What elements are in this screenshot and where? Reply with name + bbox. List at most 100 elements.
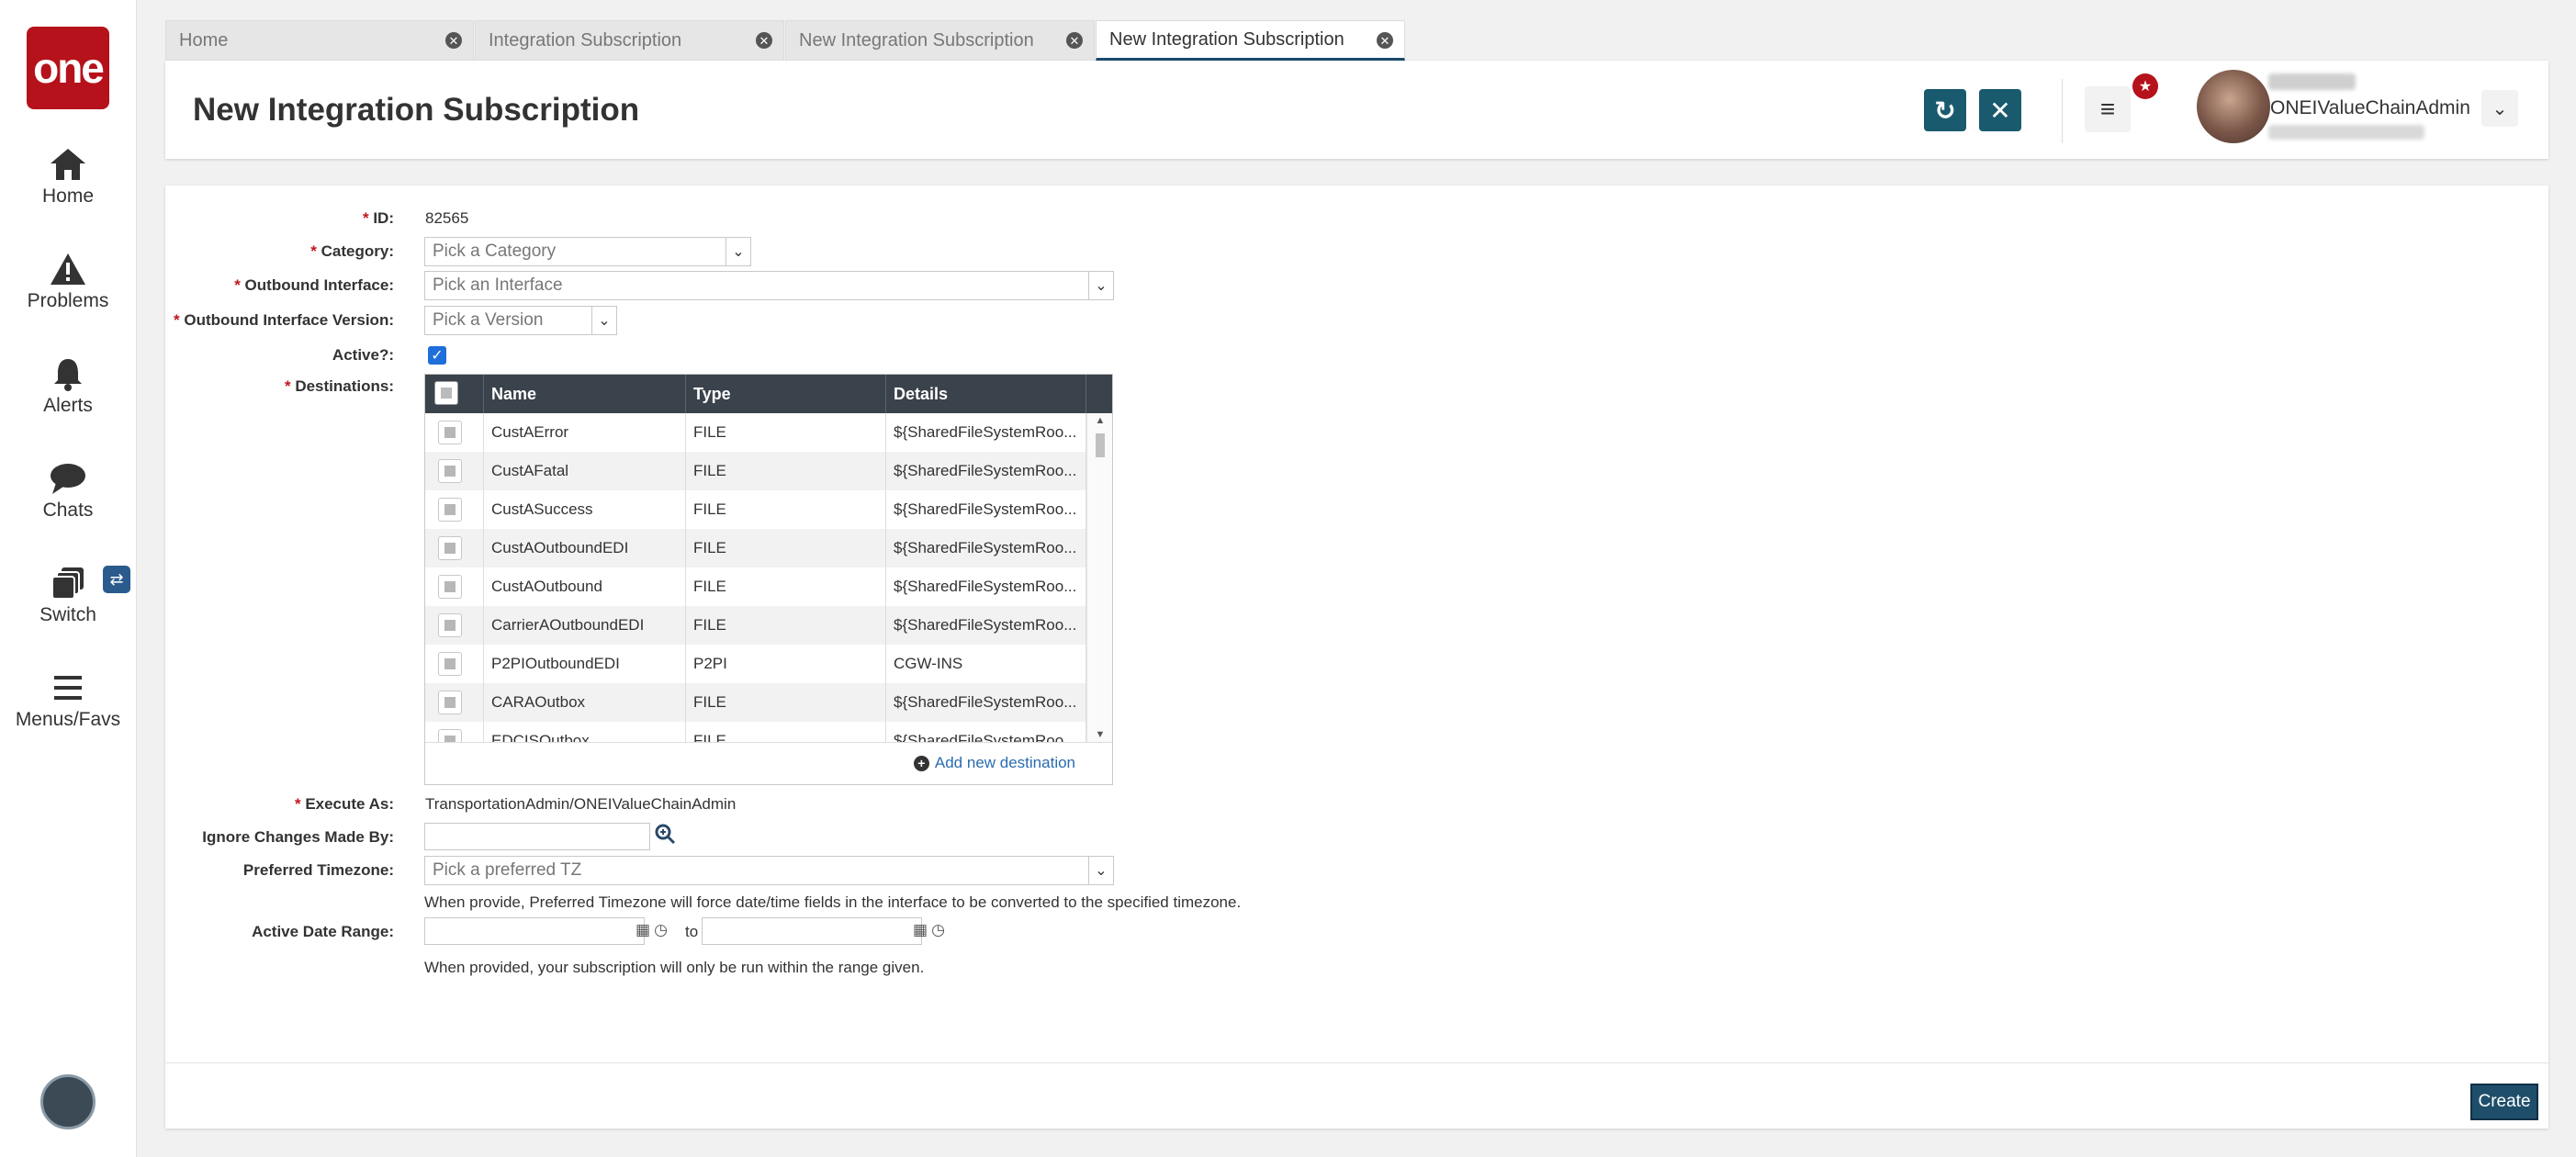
one-logo[interactable]: one <box>27 27 109 109</box>
destination-type: FILE <box>686 490 886 529</box>
execute-as-value: TransportationAdmin/ONEIValueChainAdmin <box>425 795 737 813</box>
tab-home[interactable]: Home ✕ <box>165 20 474 61</box>
destination-row[interactable]: CustAOutboundEDI FILE ${SharedFileSystemRo… <box>425 529 1086 567</box>
nav-problems-label: Problems <box>27 290 109 311</box>
assistant-avatar[interactable] <box>40 1074 96 1129</box>
outbound-interface-label: * Outbound Interface: <box>234 276 394 294</box>
destination-details: ${SharedFileSystemRoo... <box>886 490 1086 529</box>
header-divider <box>2062 79 2063 143</box>
scroll-thumb[interactable] <box>1096 433 1105 457</box>
destination-type: FILE <box>686 606 886 645</box>
destination-details: CGW-INS <box>886 645 1086 683</box>
nav-chats[interactable]: Chats <box>0 461 136 522</box>
user-menu-dropdown[interactable]: ⌄ <box>2481 90 2518 127</box>
clock-icon[interactable]: ◷ <box>654 921 668 939</box>
column-header-details[interactable]: Details <box>886 375 1086 413</box>
destination-row[interactable]: CustAOutbound FILE ${SharedFileSystemRoo..… <box>425 567 1086 606</box>
tab-label: New Integration Subscription <box>799 30 1034 51</box>
row-checkbox[interactable] <box>438 652 462 676</box>
destination-row[interactable]: CustAError FILE ${SharedFileSystemRoo... <box>425 413 1086 452</box>
row-select-cell <box>425 683 484 722</box>
close-button[interactable]: ✕ <box>1979 89 2021 131</box>
scroll-up-icon[interactable]: ▲ <box>1087 415 1112 426</box>
refresh-button[interactable]: ↻ <box>1924 89 1966 131</box>
nav-home[interactable]: Home <box>0 147 136 208</box>
tab-label: Integration Subscription <box>489 30 682 51</box>
row-checkbox[interactable] <box>438 498 462 522</box>
start-date-pickers: ▦ ◷ <box>636 921 668 939</box>
outbound-interface-select[interactable]: Pick an Interface ⌄ <box>424 271 1114 300</box>
close-icon: ✕ <box>1989 95 2011 125</box>
row-checkbox[interactable] <box>438 729 462 742</box>
destination-type: FILE <box>686 452 886 490</box>
column-header-name[interactable]: Name <box>484 375 686 413</box>
row-checkbox[interactable] <box>438 613 462 637</box>
scroll-down-icon[interactable]: ▼ <box>1087 729 1112 740</box>
tab-integration-subscription[interactable]: Integration Subscription ✕ <box>475 20 784 61</box>
notification-star-icon[interactable]: ★ <box>2132 73 2158 99</box>
destination-row[interactable]: P2PIOutboundEDI P2PI CGW-INS <box>425 645 1086 683</box>
plus-circle-icon: + <box>913 755 929 771</box>
close-tab-icon[interactable]: ✕ <box>1377 32 1393 49</box>
outbound-interface-placeholder: Pick an Interface <box>433 275 563 295</box>
calendar-icon[interactable]: ▦ <box>913 921 928 939</box>
chevron-down-icon: ⌄ <box>591 307 616 334</box>
ignore-changes-input[interactable] <box>424 823 650 850</box>
destination-row[interactable]: CustASuccess FILE ${SharedFileSystemRoo... <box>425 490 1086 529</box>
calendar-icon[interactable]: ▦ <box>636 921 650 939</box>
destination-row[interactable]: CustAFatal FILE ${SharedFileSystemRoo... <box>425 452 1086 490</box>
destinations-grid: Name Type Details CustAError FILE ${Shared… <box>424 374 1113 785</box>
category-select[interactable]: Pick a Category ⌄ <box>424 237 751 266</box>
row-checkbox[interactable] <box>438 421 462 444</box>
tab-new-integration-subscription-active[interactable]: New Integration Subscription ✕ <box>1096 20 1405 61</box>
tab-new-integration-subscription[interactable]: New Integration Subscription ✕ <box>785 20 1095 61</box>
grid-scrollbar[interactable]: ▲ ▼ <box>1086 413 1112 742</box>
row-select-cell <box>425 645 484 683</box>
destination-row[interactable]: CarrierAOutboundEDI FILE ${SharedFileSyste… <box>425 606 1086 645</box>
destination-type: P2PI <box>686 645 886 683</box>
row-checkbox[interactable] <box>438 575 462 599</box>
clock-icon[interactable]: ◷ <box>931 921 945 939</box>
active-checkbox[interactable]: ✓ <box>428 346 446 365</box>
row-checkbox[interactable] <box>438 691 462 714</box>
create-button[interactable]: Create <box>2470 1084 2538 1120</box>
destination-type: FILE <box>686 683 886 722</box>
destination-name: CARAOutbox <box>484 683 686 722</box>
column-header-type[interactable]: Type <box>686 375 886 413</box>
nav-problems[interactable]: Problems <box>0 252 136 312</box>
row-select-cell <box>425 452 484 490</box>
close-tab-icon[interactable]: ✕ <box>445 32 462 49</box>
preferred-timezone-select[interactable]: Pick a preferred TZ ⌄ <box>424 856 1114 885</box>
close-tab-icon[interactable]: ✕ <box>756 32 772 49</box>
version-placeholder: Pick a Version <box>433 310 544 330</box>
destination-name: EDCISOutbox <box>484 722 686 742</box>
close-tab-icon[interactable]: ✕ <box>1066 32 1083 49</box>
destination-row[interactable]: EDCISOutbox FILE ${SharedFileSystemRoo... <box>425 722 1086 742</box>
select-all-checkbox[interactable] <box>434 381 458 405</box>
execute-as-label: * Execute As: <box>294 795 394 813</box>
nav-chats-label: Chats <box>42 500 94 521</box>
row-checkbox[interactable] <box>438 536 462 560</box>
end-date-input[interactable] <box>702 917 922 945</box>
nav-menus-favs[interactable]: Menus/Favs <box>0 670 136 731</box>
row-checkbox[interactable] <box>438 459 462 483</box>
warning-icon <box>51 253 85 285</box>
add-new-destination-link[interactable]: + Add new destination <box>913 754 1075 772</box>
destination-details: ${SharedFileSystemRoo... <box>886 413 1086 452</box>
search-icon[interactable] <box>654 823 676 850</box>
switch-icon <box>51 567 84 600</box>
destinations-label: * Destinations: <box>284 377 394 395</box>
left-navigation: one Home Problems Alerts Chats Switch ⇄ … <box>0 0 137 1157</box>
user-avatar[interactable] <box>2197 70 2270 143</box>
subscription-form: * ID: 82565 * Category: Pick a Category … <box>165 185 2548 1129</box>
switch-badge-icon[interactable]: ⇄ <box>103 566 130 593</box>
start-date-input[interactable] <box>424 917 645 945</box>
destination-details: ${SharedFileSystemRoo... <box>886 606 1086 645</box>
nav-alerts[interactable]: Alerts <box>0 356 136 417</box>
header-menu-button[interactable]: ≡ <box>2085 86 2131 132</box>
destination-row[interactable]: CARAOutbox FILE ${SharedFileSystemRoo... <box>425 683 1086 722</box>
form-footer-divider <box>165 1062 2548 1063</box>
outbound-interface-version-select[interactable]: Pick a Version ⌄ <box>424 306 617 335</box>
grid-header: Name Type Details <box>425 375 1112 413</box>
row-select-cell <box>425 722 484 742</box>
